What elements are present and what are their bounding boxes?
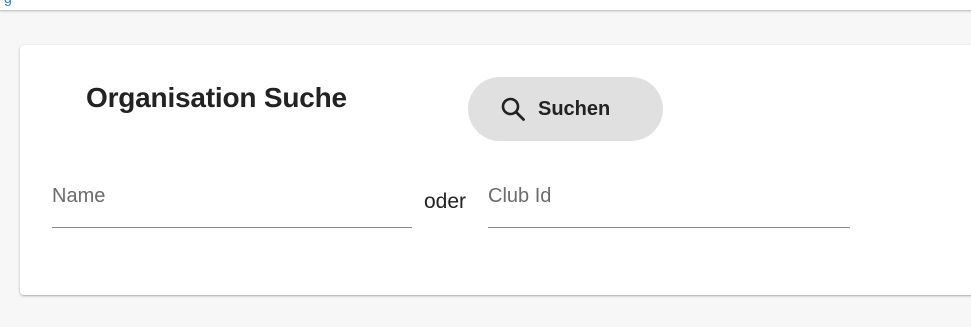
- search-button-label: Suchen: [538, 97, 611, 120]
- club-id-input[interactable]: [488, 175, 850, 227]
- page-title: Organisation Suche: [86, 82, 347, 113]
- search-button[interactable]: Suchen: [468, 77, 663, 141]
- club-id-field: [488, 175, 850, 228]
- or-separator: oder: [424, 190, 467, 213]
- name-field: [52, 175, 412, 228]
- top-bar: g: [0, 0, 971, 11]
- top-link-fragment[interactable]: g: [4, 0, 12, 5]
- name-input[interactable]: [52, 175, 412, 227]
- page: g Organisation Suche Suchen oder: [0, 0, 971, 327]
- organisation-search-card: Organisation Suche Suchen oder: [20, 45, 971, 295]
- search-icon: [500, 96, 526, 122]
